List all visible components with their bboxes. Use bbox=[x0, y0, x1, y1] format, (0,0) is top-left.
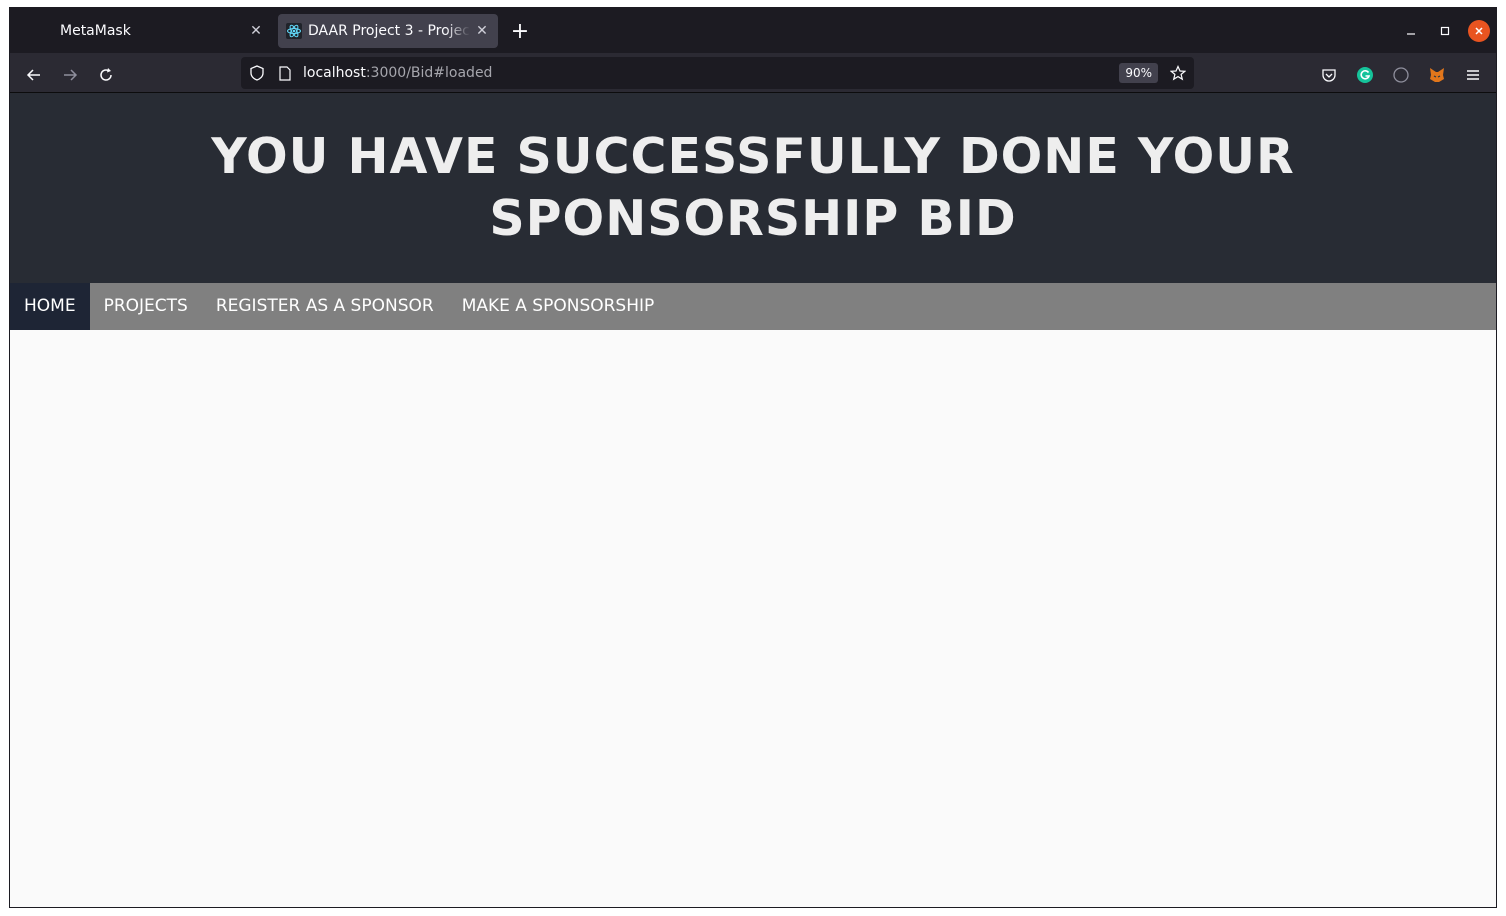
close-tab-icon[interactable]: ✕ bbox=[244, 19, 268, 43]
new-tab-plus-icon[interactable]: + bbox=[507, 18, 533, 44]
zoom-level-badge[interactable]: 90% bbox=[1119, 63, 1158, 83]
tab-strip: MetaMask ✕ DAAR Project 3 - Project Spon… bbox=[10, 8, 1496, 53]
tab-label: DAAR Project 3 - Project Sponsorship bbox=[308, 23, 470, 39]
browser-window: MetaMask ✕ DAAR Project 3 - Project Spon… bbox=[9, 7, 1497, 908]
minimize-icon[interactable] bbox=[1400, 20, 1422, 42]
page-icon bbox=[277, 65, 293, 81]
page-header: YOU HAVE SUCCESSFULLY DONE YOUR SPONSORS… bbox=[10, 93, 1496, 283]
nav-register-sponsor-link[interactable]: REGISTER AS A SPONSOR bbox=[202, 283, 448, 330]
success-heading: YOU HAVE SUCCESSFULLY DONE YOUR SPONSORS… bbox=[211, 128, 1295, 247]
shield-icon[interactable] bbox=[249, 65, 265, 81]
nav-projects-link[interactable]: PROJECTS bbox=[90, 283, 202, 330]
url-host: localhost bbox=[303, 65, 366, 81]
extension-circle-icon[interactable] bbox=[1387, 61, 1415, 89]
nav-make-sponsorship-link[interactable]: MAKE A SPONSORSHIP bbox=[448, 283, 669, 330]
tab-metamask[interactable]: MetaMask ✕ bbox=[20, 14, 272, 48]
bookmark-star-icon[interactable] bbox=[1168, 63, 1188, 83]
url-bar[interactable]: localhost:3000/Bid#loaded 90% bbox=[241, 57, 1194, 89]
nav-home-link[interactable]: HOME bbox=[10, 283, 90, 330]
site-nav: HOME PROJECTS REGISTER AS A SPONSOR MAKE… bbox=[10, 283, 1496, 330]
tab-label: MetaMask bbox=[60, 23, 131, 39]
react-logo-icon bbox=[286, 23, 302, 39]
pocket-icon[interactable] bbox=[1315, 61, 1343, 89]
hamburger-menu-icon[interactable] bbox=[1459, 61, 1487, 89]
forward-arrow-icon[interactable] bbox=[56, 61, 84, 89]
close-tab-icon[interactable]: ✕ bbox=[470, 19, 494, 43]
reload-icon[interactable] bbox=[92, 61, 120, 89]
url-path: :3000/Bid#loaded bbox=[365, 65, 493, 81]
back-arrow-icon[interactable] bbox=[20, 61, 48, 89]
navigation-toolbar: localhost:3000/Bid#loaded 90% bbox=[10, 53, 1496, 93]
maximize-icon[interactable] bbox=[1434, 20, 1456, 42]
page-content: YOU HAVE SUCCESSFULLY DONE YOUR SPONSORS… bbox=[10, 93, 1496, 907]
tab-daar-project[interactable]: DAAR Project 3 - Project Sponsorship ✕ bbox=[278, 14, 498, 48]
metamask-fox-icon[interactable] bbox=[1423, 61, 1451, 89]
window-close-icon[interactable] bbox=[1468, 20, 1490, 42]
grammarly-icon[interactable] bbox=[1351, 61, 1379, 89]
